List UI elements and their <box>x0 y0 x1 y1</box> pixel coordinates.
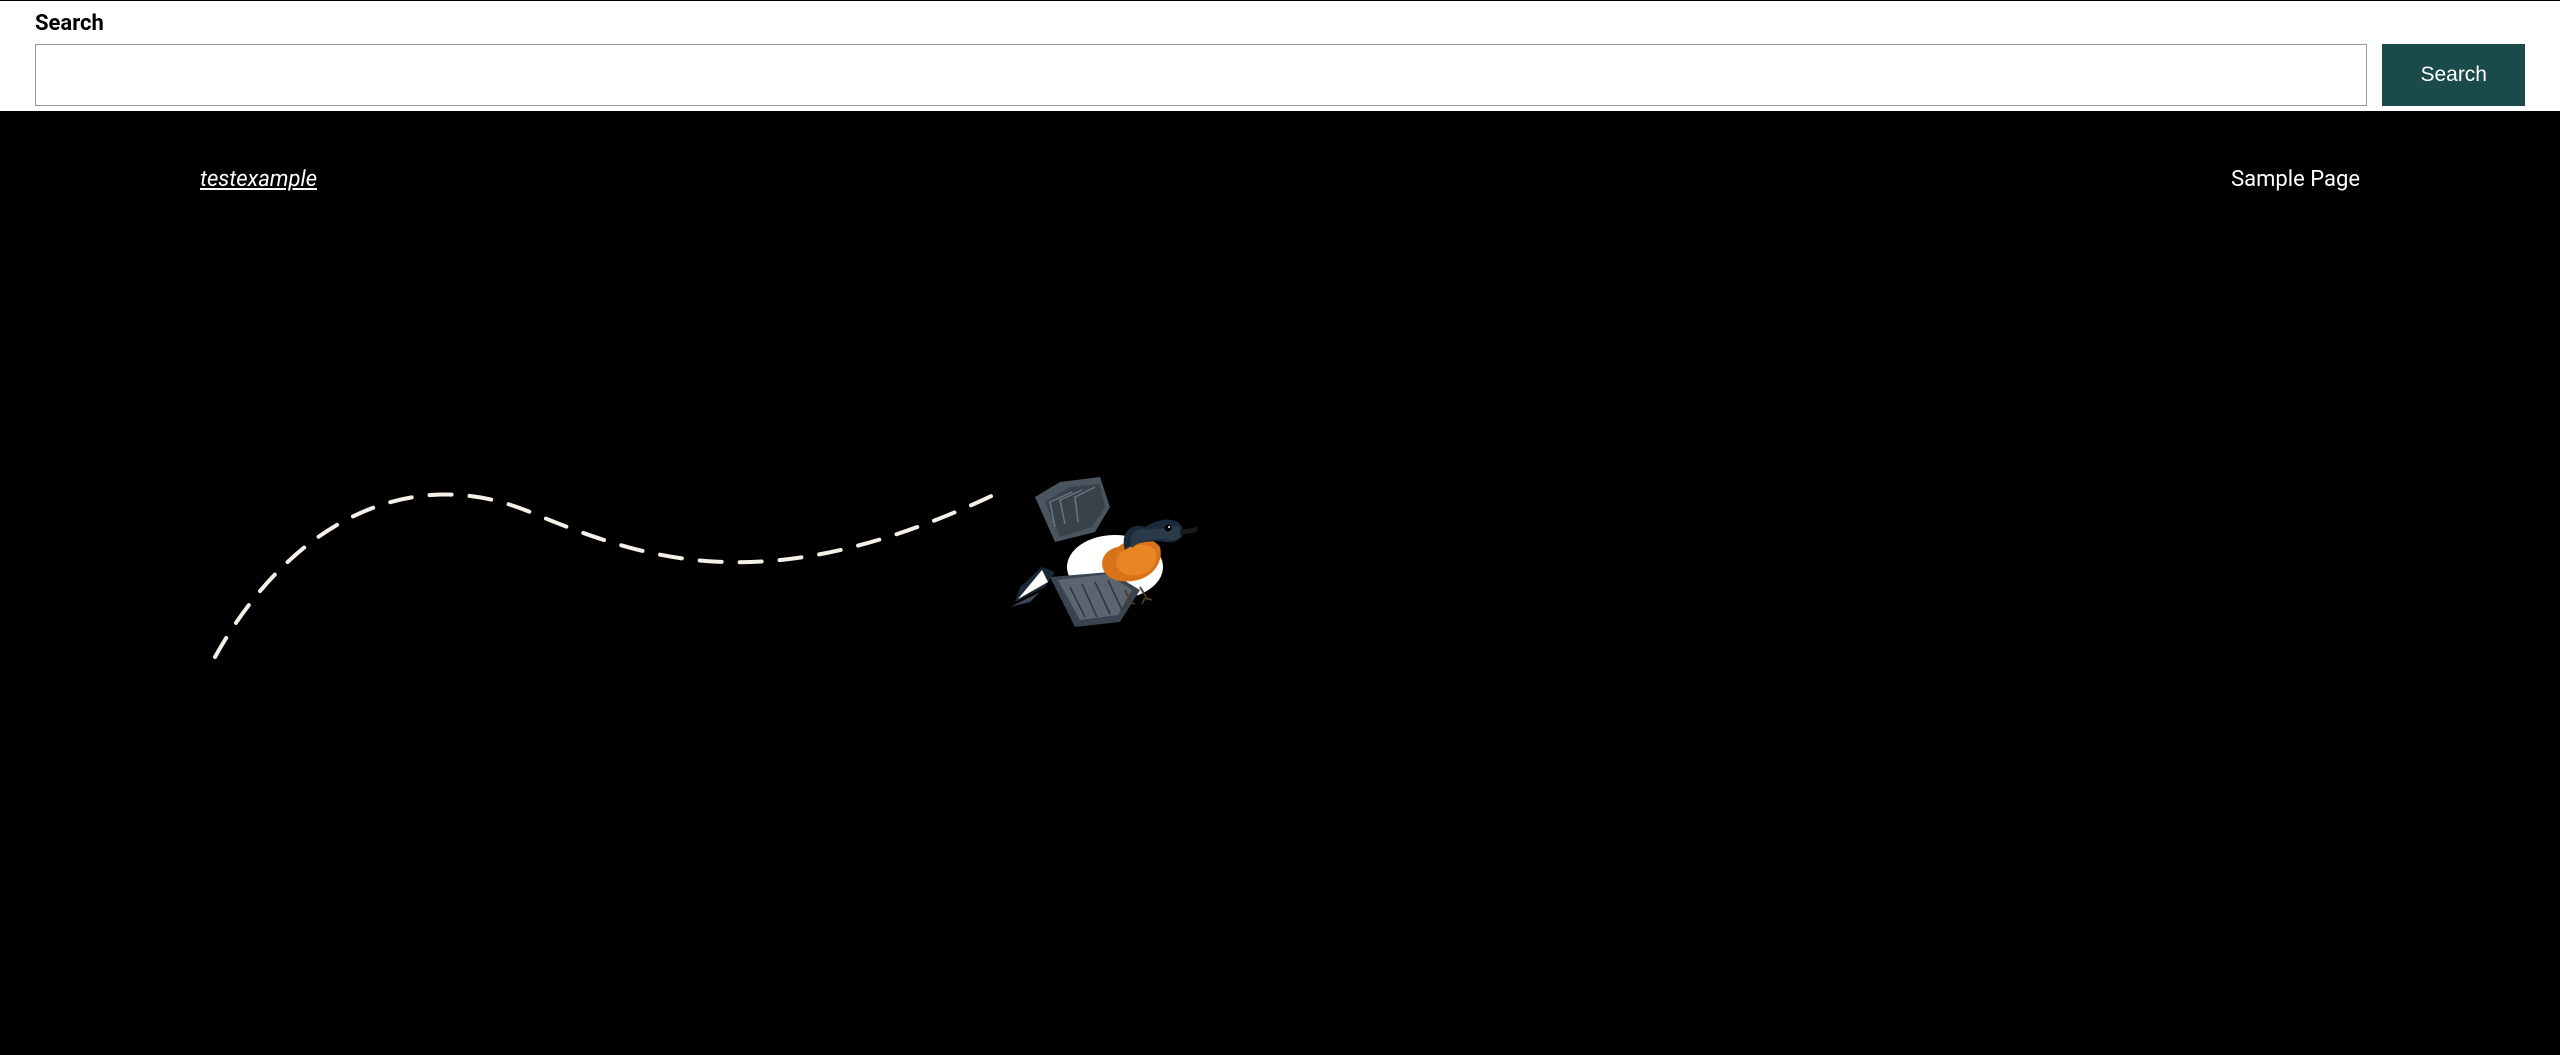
search-input[interactable] <box>35 44 2367 106</box>
main-content: testexample Sample Page <box>0 112 2560 652</box>
search-button[interactable]: Search <box>2382 44 2525 106</box>
search-bar: Search Search <box>0 0 2560 112</box>
nav-header: testexample Sample Page <box>0 112 2560 192</box>
site-title-link[interactable]: testexample <box>200 167 317 192</box>
bird-icon <box>1000 472 1200 632</box>
search-row: Search <box>35 44 2525 106</box>
nav-link-sample-page[interactable]: Sample Page <box>2231 167 2360 192</box>
hero-illustration <box>0 342 2560 642</box>
search-label: Search <box>35 11 2525 36</box>
flight-path-icon <box>210 482 1010 662</box>
